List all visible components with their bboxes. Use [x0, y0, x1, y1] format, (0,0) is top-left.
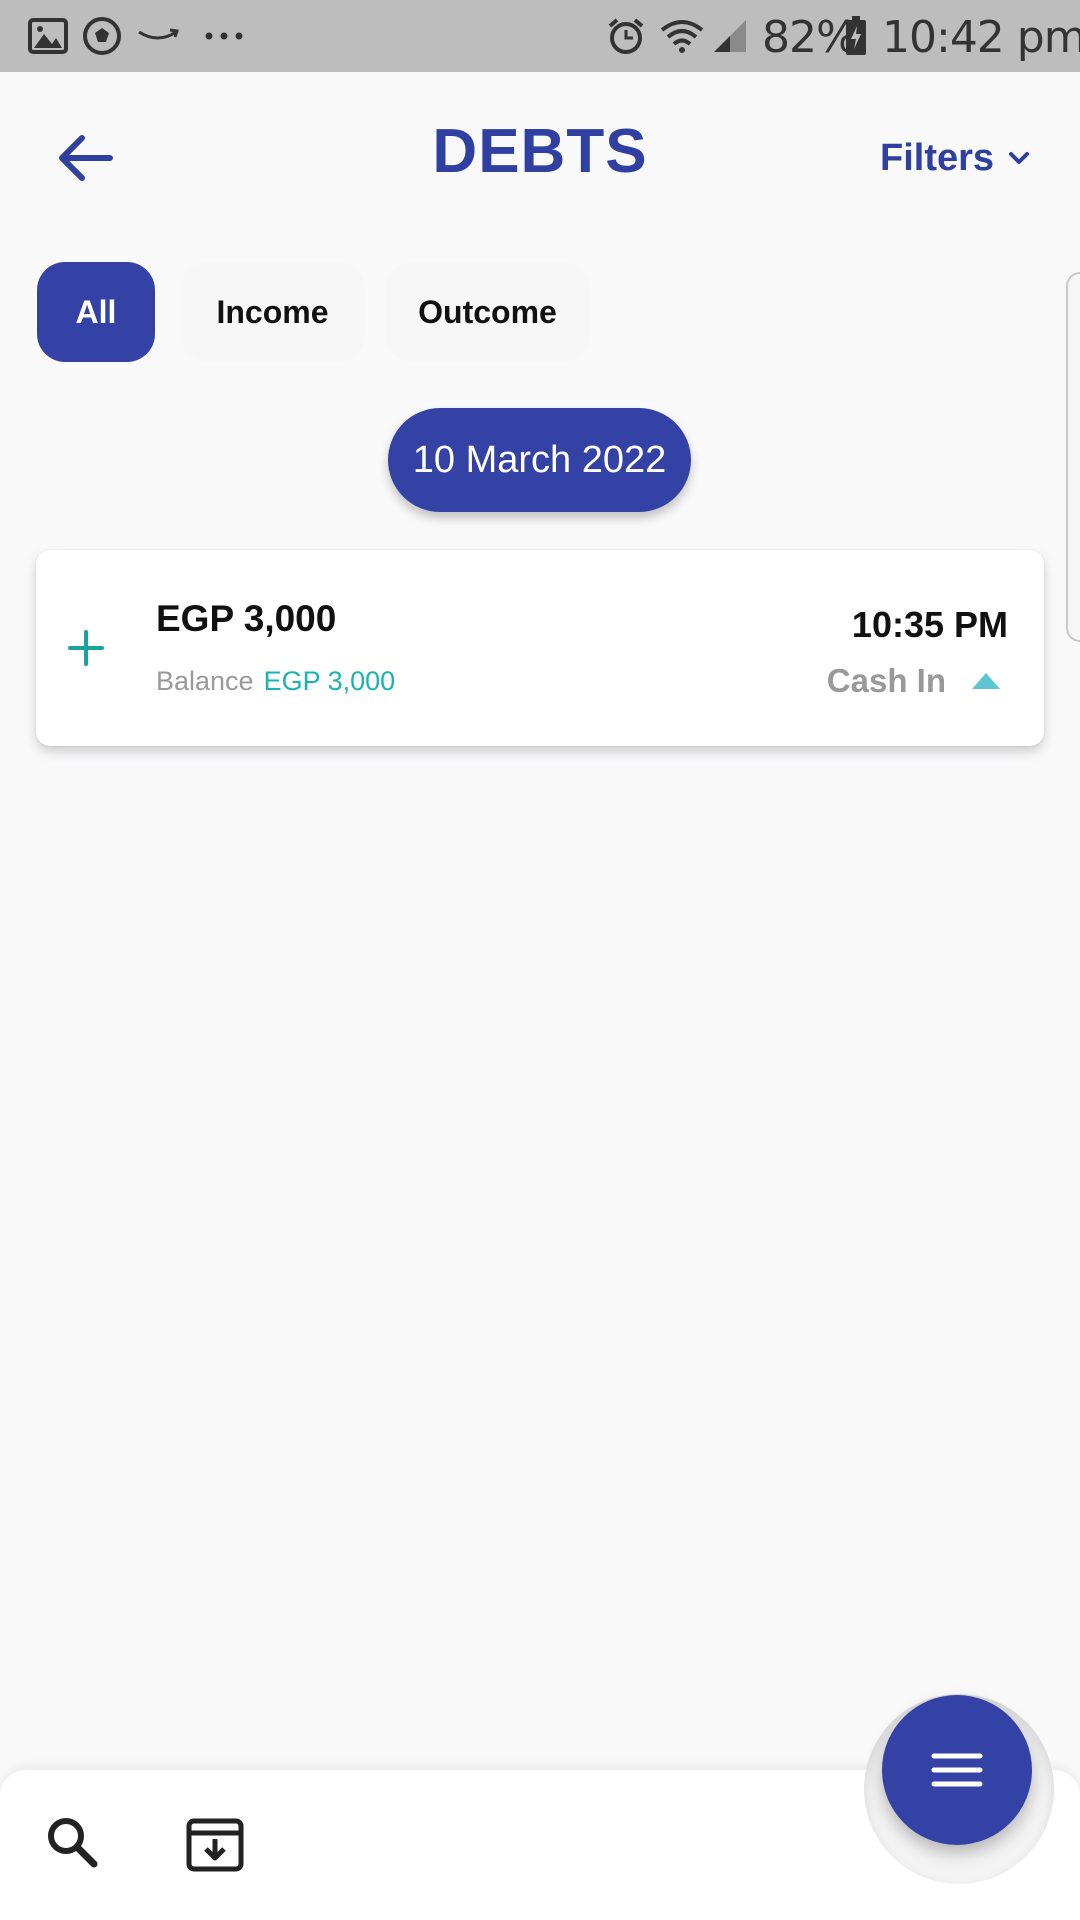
- transaction-amount: EGP 3,000: [156, 598, 337, 639]
- battery-percent: 82%: [762, 12, 858, 63]
- more-notifications-icon: [204, 14, 244, 58]
- transaction-card[interactable]: EGP 3,000 Balance EGP 3,000 10:35 PM Cas…: [36, 550, 1044, 746]
- balance-value: EGP 3,000: [263, 666, 396, 696]
- archive-button[interactable]: [185, 1815, 245, 1875]
- tab-outcome[interactable]: Outcome: [385, 262, 590, 362]
- gallery-icon: [28, 14, 68, 58]
- balance-label: Balance: [156, 666, 254, 696]
- page-title: DEBTS: [432, 117, 648, 186]
- soccer-ball-icon: [82, 14, 122, 58]
- filters-dropdown[interactable]: Filters: [880, 130, 1050, 186]
- filters-label: Filters: [880, 136, 995, 179]
- chevron-down-icon: [1009, 152, 1030, 164]
- signal-icon: [712, 14, 748, 58]
- archive-icon: [186, 1818, 244, 1872]
- search-button[interactable]: [40, 1810, 104, 1874]
- search-icon: [48, 1818, 98, 1868]
- battery-charging-icon: [845, 14, 867, 58]
- tab-income[interactable]: Income: [180, 262, 365, 362]
- transaction-type: Cash In: [827, 662, 1002, 700]
- arrow-left-icon: [59, 135, 113, 181]
- wifi-icon: [660, 14, 704, 58]
- transaction-time: 10:35 PM: [851, 604, 1008, 645]
- menu-fab[interactable]: [882, 1695, 1032, 1845]
- transaction-type-label: Cash In: [826, 662, 946, 699]
- status-bar: 82% 10:42 pm: [0, 0, 1080, 72]
- menu-icon: [931, 1753, 983, 1787]
- debts-screen: 82% 10:42 pm DEBTS Filters All Income Ou…: [0, 0, 1080, 1920]
- plus-icon: [68, 630, 104, 666]
- date-group-pill: 10 March 2022: [388, 408, 691, 512]
- caret-up-icon: [972, 673, 1000, 689]
- clock: 10:42 pm: [882, 12, 1080, 63]
- tab-all[interactable]: All: [37, 262, 155, 362]
- edge-panel-handle[interactable]: [1066, 272, 1080, 642]
- amazon-icon: [136, 14, 180, 58]
- balance-row: Balance EGP 3,000: [156, 666, 395, 697]
- back-button[interactable]: [52, 124, 120, 192]
- alarm-icon: [606, 14, 646, 58]
